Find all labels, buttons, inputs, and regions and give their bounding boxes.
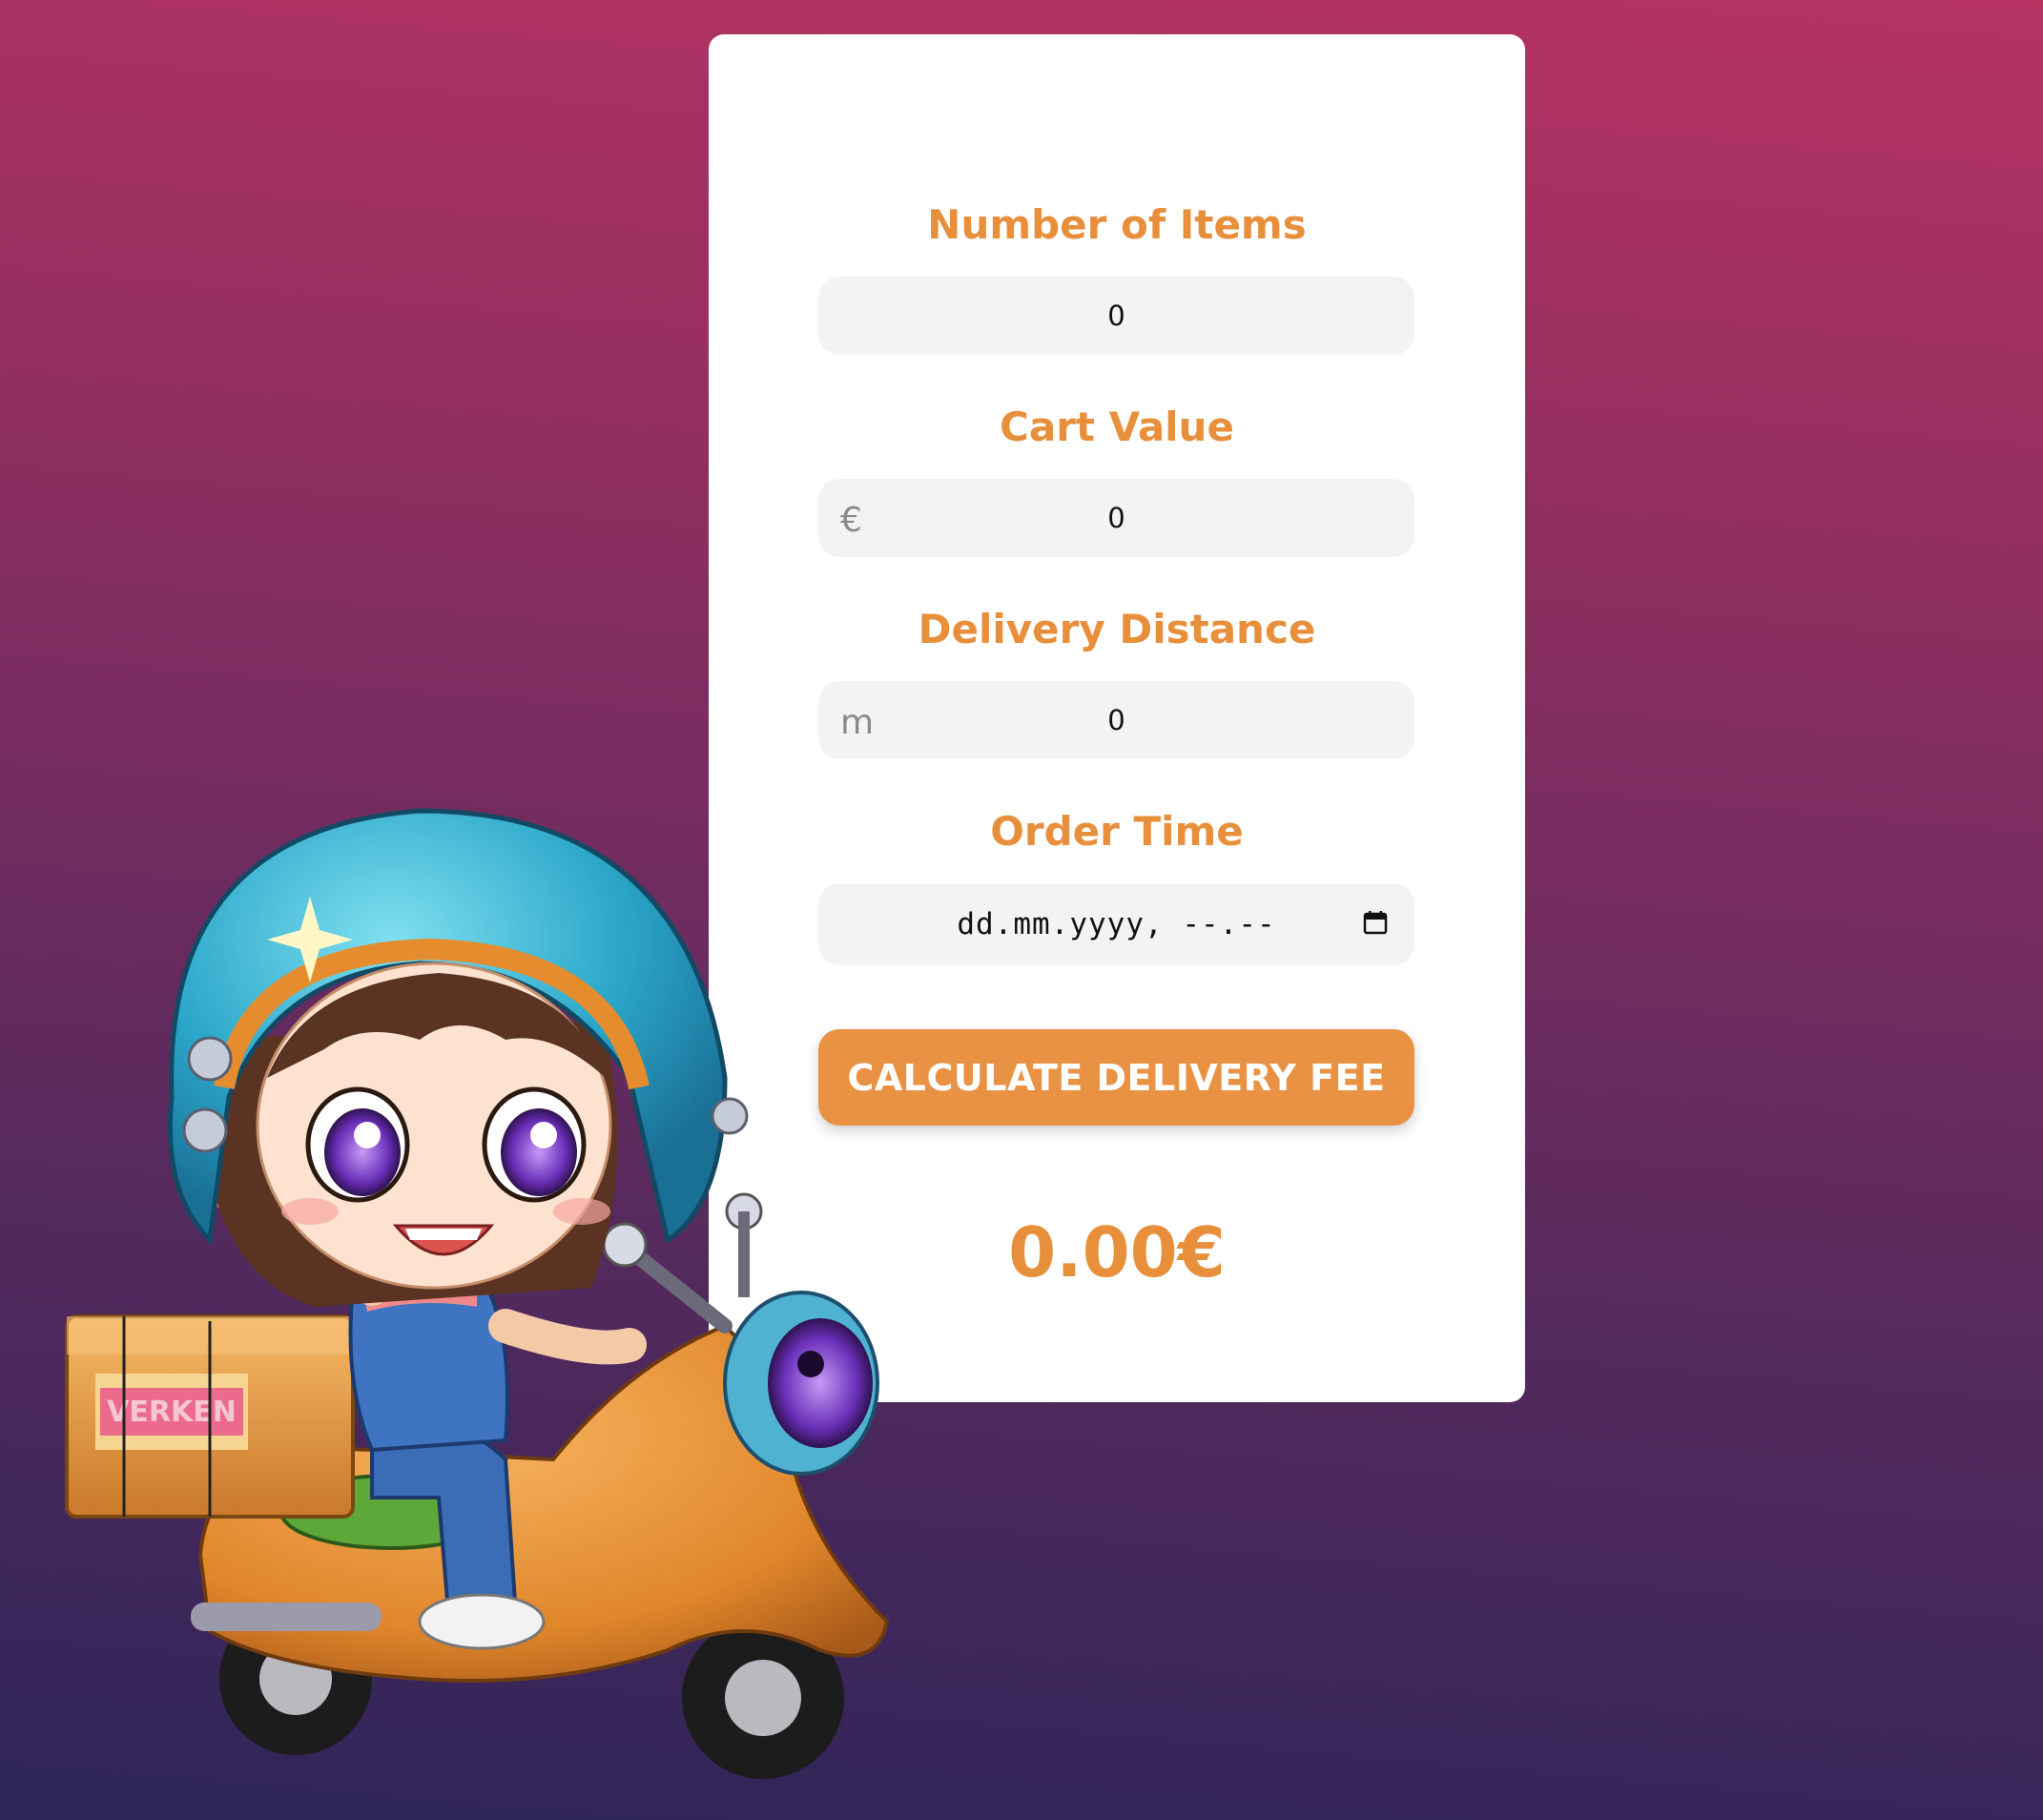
items-value: 0	[1107, 300, 1125, 332]
items-label: Number of Items	[927, 201, 1307, 248]
cart-value-value: 0	[1107, 502, 1125, 534]
calculate-delivery-fee-button[interactable]: CALCULATE DELIVERY FEE	[818, 1029, 1414, 1126]
distance-label: Delivery Distance	[918, 606, 1316, 652]
box-label: VERKEN	[107, 1396, 237, 1429]
order-time-value: dd.mm.yyyy, --.--	[957, 907, 1276, 941]
order-time-input[interactable]: dd.mm.yyyy, --.--	[818, 883, 1414, 965]
left-eye	[324, 1108, 401, 1196]
cart-value-input[interactable]: € 0	[818, 479, 1414, 557]
scooter-delivery-girl-illustration: VERKEN	[65, 808, 890, 1779]
items-input[interactable]: 0	[818, 277, 1414, 355]
distance-input[interactable]: m 0	[818, 681, 1414, 759]
right-eye	[501, 1108, 577, 1196]
distance-value: 0	[1107, 704, 1125, 736]
cart-value-label: Cart Value	[1000, 403, 1234, 450]
calendar-icon[interactable]	[1363, 910, 1388, 935]
